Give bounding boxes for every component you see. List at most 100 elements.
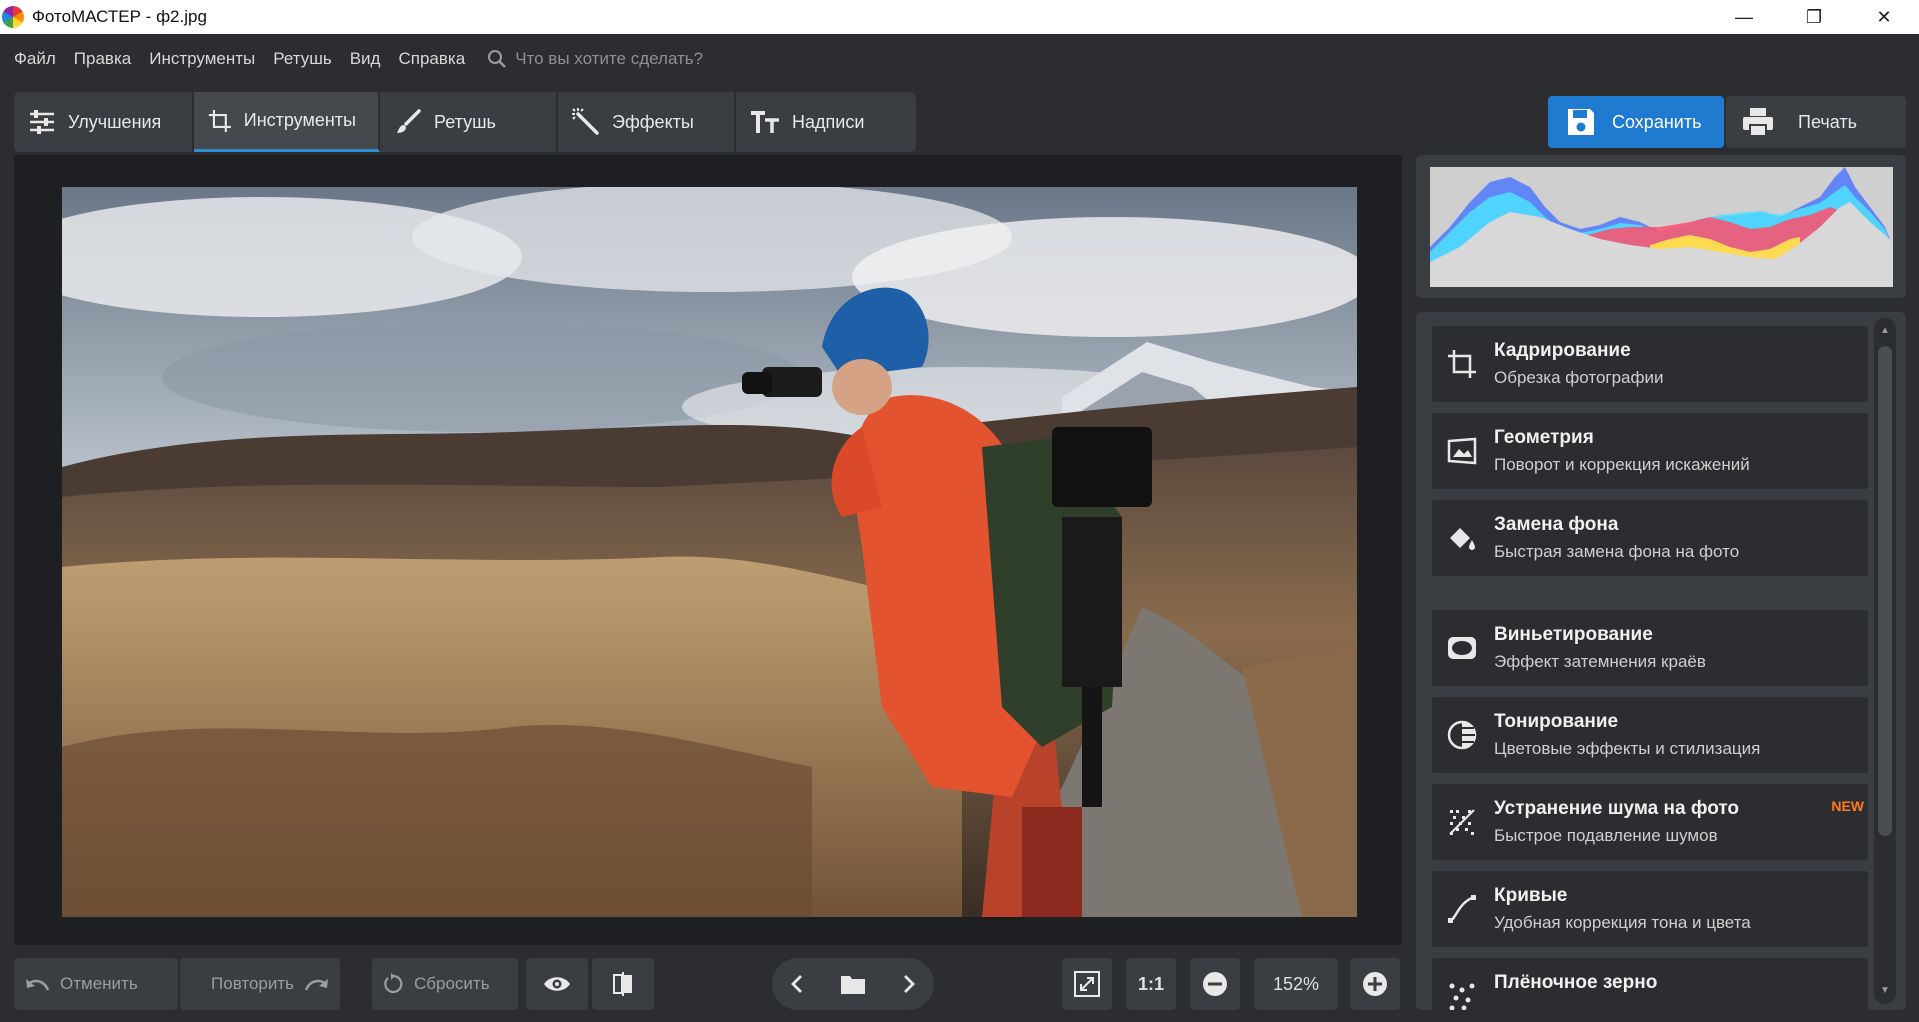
- tool-name: Устранение шума на фото: [1494, 798, 1740, 819]
- tool-toning[interactable]: Тонирование Цветовые эффекты и стилизаци…: [1432, 697, 1868, 773]
- crop-icon: [208, 109, 231, 132]
- undo-label: Отменить: [60, 974, 138, 993]
- undo-icon: [26, 979, 50, 991]
- image-canvas[interactable]: [14, 155, 1402, 945]
- tool-geometry[interactable]: Геометрия Поворот и коррекция искажений: [1432, 413, 1868, 489]
- tool-film-grain[interactable]: Плёночное зерно: [1432, 958, 1868, 1010]
- minimize-button[interactable]: —: [1709, 0, 1779, 34]
- search-icon: [488, 50, 507, 68]
- tab-tools[interactable]: Инструменты: [194, 92, 380, 152]
- tab-label: Эффекты: [612, 111, 694, 132]
- main-tabs: Улучшения Инструменты Ретушь Эффекты Над…: [14, 92, 916, 152]
- eye-icon: [544, 977, 570, 991]
- window-controls: — ❐ ✕: [1709, 0, 1919, 34]
- search-placeholder: Что вы хотите сделать?: [515, 49, 704, 68]
- zoom-out-button[interactable]: [1190, 958, 1240, 1010]
- tools-list: Кадрирование Обрезка фотографии Геометри…: [1416, 312, 1906, 1010]
- title-bar: ФотоМАСТЕР - ф2.jpg — ❐ ✕: [0, 0, 1919, 34]
- print-button[interactable]: Печать: [1726, 96, 1906, 148]
- tool-description: Эффект затемнения краёв: [1494, 652, 1706, 671]
- compare-button[interactable]: [592, 958, 654, 1010]
- menu-retouch[interactable]: Ретушь: [273, 49, 331, 69]
- previous-icon[interactable]: [790, 974, 804, 994]
- curves-icon: [1448, 895, 1476, 923]
- command-search[interactable]: Что вы хотите сделать?: [487, 49, 703, 69]
- paint-bucket-icon: [1450, 528, 1475, 550]
- save-button[interactable]: Сохранить: [1548, 96, 1724, 148]
- menu-view[interactable]: Вид: [350, 49, 381, 69]
- sliders-icon: [30, 110, 54, 134]
- geometry-icon: [1447, 437, 1477, 465]
- scroll-thumb[interactable]: [1878, 346, 1892, 836]
- app-logo-icon: [2, 6, 24, 28]
- redo-icon: [304, 979, 328, 991]
- tool-description: Удобная коррекция тона и цвета: [1494, 913, 1751, 932]
- compare-icon: [613, 972, 632, 996]
- reset-icon: [384, 973, 403, 994]
- tools-scrollbar[interactable]: ▲ ▼: [1874, 318, 1896, 1004]
- next-icon[interactable]: [902, 974, 916, 994]
- histogram: [1430, 167, 1893, 287]
- brush-icon: [397, 109, 421, 133]
- close-button[interactable]: ✕: [1849, 0, 1919, 34]
- reset-label: Сбросить: [414, 974, 490, 993]
- noise-icon: [1449, 809, 1475, 835]
- menu-edit[interactable]: Правка: [74, 49, 131, 69]
- reset-button[interactable]: Сбросить: [372, 958, 518, 1010]
- scroll-up-icon[interactable]: ▲: [1878, 324, 1892, 338]
- tab-label: Ретушь: [434, 111, 496, 132]
- tool-denoise[interactable]: Устранение шума на фото Быстрое подавлен…: [1432, 784, 1868, 860]
- new-badge: NEW: [1831, 798, 1864, 814]
- tool-description: Быстрая замена фона на фото: [1494, 542, 1740, 561]
- menu-help[interactable]: Справка: [398, 49, 465, 69]
- tool-name: Геометрия: [1494, 427, 1594, 448]
- tool-vignette[interactable]: Виньетирование Эффект затемнения краёв: [1432, 610, 1868, 686]
- zoom-in-button[interactable]: [1350, 958, 1400, 1010]
- tab-label: Улучшения: [68, 111, 162, 132]
- zoom-value[interactable]: 152%: [1254, 958, 1338, 1010]
- folder-icon[interactable]: [840, 973, 866, 995]
- window-title: ФотоМАСТЕР - ф2.jpg: [32, 7, 207, 26]
- maximize-button[interactable]: ❐: [1779, 0, 1849, 34]
- tool-description: Быстрое подавление шумов: [1494, 826, 1718, 845]
- redo-label: Повторить: [211, 974, 294, 993]
- photo-image: [62, 187, 1357, 917]
- tool-name: Виньетирование: [1494, 624, 1653, 645]
- tab-enhancements[interactable]: Улучшения: [14, 92, 194, 152]
- tool-crop[interactable]: Кадрирование Обрезка фотографии: [1432, 326, 1868, 402]
- tool-background-replace[interactable]: Замена фона Быстрая замена фона на фото: [1432, 500, 1868, 576]
- tab-retouch[interactable]: Ретушь: [380, 92, 558, 152]
- tab-label: Надписи: [792, 111, 865, 132]
- floppy-disk-icon: [1568, 109, 1594, 135]
- right-panel: Кадрирование Обрезка фотографии Геометри…: [1416, 155, 1906, 1010]
- magic-wand-icon: [572, 108, 599, 135]
- scroll-down-icon[interactable]: ▼: [1878, 984, 1892, 998]
- fit-screen-button[interactable]: [1062, 958, 1112, 1010]
- undo-button[interactable]: Отменить: [14, 958, 178, 1010]
- tab-captions[interactable]: Надписи: [736, 92, 916, 152]
- tool-name: Замена фона: [1494, 514, 1619, 535]
- tool-name: Тонирование: [1494, 711, 1619, 732]
- tool-name: Кривые: [1494, 885, 1568, 906]
- photo-preview[interactable]: [62, 187, 1357, 917]
- grain-icon: [1449, 983, 1475, 1010]
- tool-description: Обрезка фотографии: [1494, 368, 1664, 387]
- tool-description: Поворот и коррекция искажений: [1494, 455, 1750, 474]
- menu-file[interactable]: Файл: [14, 49, 56, 69]
- histogram-panel: [1416, 155, 1906, 298]
- save-label: Сохранить: [1612, 111, 1702, 132]
- tab-effects[interactable]: Эффекты: [558, 92, 736, 152]
- redo-button[interactable]: Повторить: [180, 958, 340, 1010]
- toning-icon: [1447, 720, 1477, 750]
- fit-screen-icon: [1074, 971, 1100, 997]
- zoom-in-icon: [1363, 972, 1387, 996]
- menu-tools[interactable]: Инструменты: [149, 49, 255, 69]
- preview-button[interactable]: [526, 958, 588, 1010]
- zoom-out-icon: [1203, 972, 1227, 996]
- crop-icon: [1448, 350, 1476, 378]
- tool-curves[interactable]: Кривые Удобная коррекция тона и цвета: [1432, 871, 1868, 947]
- vignette-icon: [1448, 637, 1476, 659]
- menu-bar: Файл Правка Инструменты Ретушь Вид Справ…: [0, 34, 1919, 84]
- tool-name: Кадрирование: [1494, 340, 1631, 361]
- zoom-1to1-button[interactable]: 1:1: [1126, 958, 1176, 1010]
